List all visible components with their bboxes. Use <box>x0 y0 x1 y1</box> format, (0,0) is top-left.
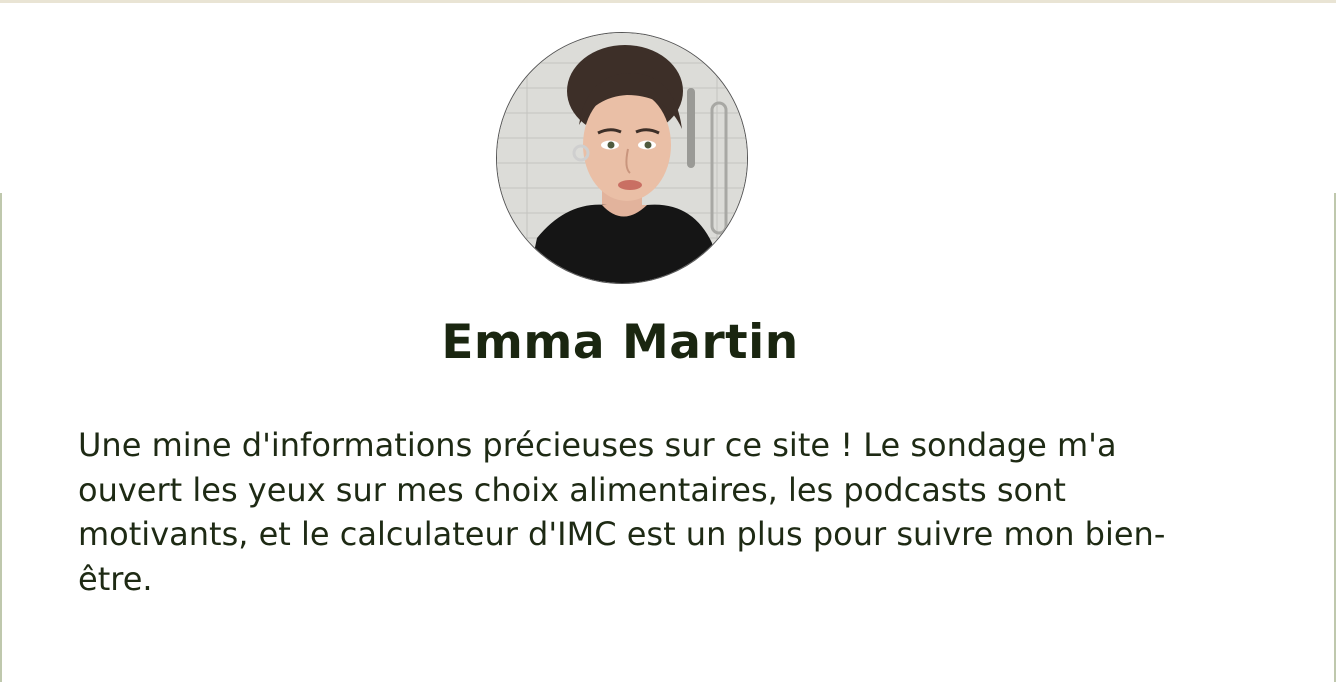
author-name: Emma Martin <box>441 315 799 370</box>
testimonial-card: Emma Martin Une mine d'informations préc… <box>0 3 1336 682</box>
avatar <box>496 32 748 284</box>
testimonial-text: Une mine d'informations précieuses sur c… <box>78 426 1166 598</box>
user-photo-icon <box>497 33 747 283</box>
clipped-text-fragment <box>940 677 1280 682</box>
page-frame: Emma Martin Une mine d'informations préc… <box>0 0 1336 682</box>
